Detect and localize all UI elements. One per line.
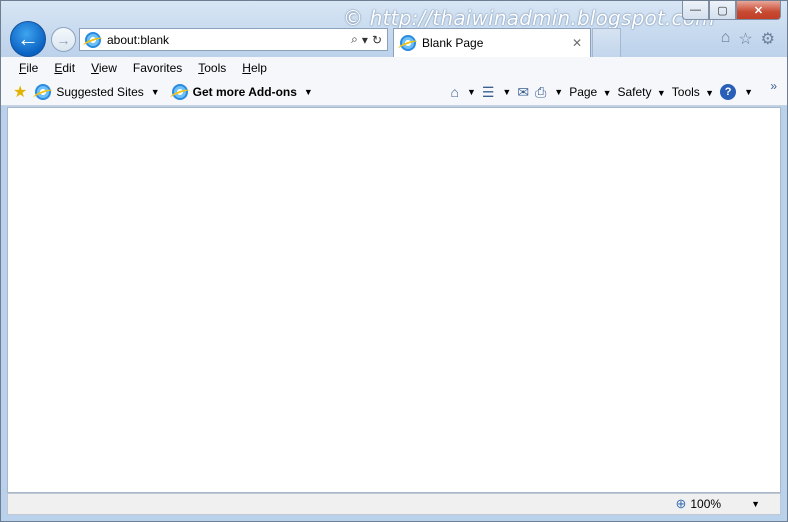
menu-help-label: elp [250, 61, 267, 75]
suggested-sites-label: Suggested Sites [56, 85, 144, 99]
forward-arrow-icon: → [56, 31, 71, 48]
print-icon[interactable]: ⎙ [535, 84, 546, 101]
cmd-home-icon[interactable]: ⌂ [450, 84, 458, 100]
command-bar: ★ Suggested Sites ▼ Get more Add-ons ▼ ⌂… [1, 79, 787, 106]
tools-menu-label: Tools [671, 85, 700, 99]
feeds-caret-icon[interactable]: ▼ [502, 87, 511, 97]
menu-tools[interactable]: Tools [190, 61, 234, 75]
favorites-star-icon[interactable]: ☆ [738, 29, 752, 49]
menu-view-label: iew [98, 61, 117, 75]
addons-button[interactable]: Get more Add-ons ▼ [171, 84, 313, 100]
address-tools: ⌕ ▾ ↻ [351, 32, 382, 47]
menu-edit[interactable]: Edit [46, 61, 83, 75]
addons-caret-icon: ▼ [303, 87, 313, 97]
tools-menu[interactable]: Tools ▼ [672, 85, 714, 99]
zoom-icon: ⊕ [675, 496, 687, 511]
page-caret-icon: ▼ [602, 88, 612, 98]
maximize-button[interactable]: ▢ [709, 1, 736, 20]
command-tools: ⌂ ▼ ☰ ▼ ✉ ⎙ ▼ Page ▼ Safety ▼ Tools ▼ ? … [450, 79, 753, 105]
tab-blank-page[interactable]: Blank Page ✕ [393, 28, 591, 57]
tab-ie-icon [400, 35, 416, 51]
suggested-sites-button[interactable]: Suggested Sites ▼ [35, 84, 160, 100]
safety-caret-icon: ▼ [656, 88, 666, 98]
window-controls: — ▢ ✕ [682, 1, 781, 20]
address-bar[interactable]: about:blank ⌕ ▾ ↻ [79, 28, 388, 51]
help-icon[interactable]: ? [720, 84, 737, 100]
suggested-caret-icon: ▼ [150, 87, 160, 97]
status-bar: ⊕ 100% ▼ [7, 493, 781, 515]
menu-view-accel: V [91, 61, 99, 75]
address-input[interactable]: about:blank [107, 33, 351, 47]
menu-tools-label: ools [204, 61, 227, 75]
menu-file[interactable]: File [11, 61, 46, 75]
menu-help-accel: H [242, 61, 251, 75]
feeds-icon[interactable]: ☰ [482, 84, 495, 101]
menu-help[interactable]: Help [234, 61, 275, 75]
safety-menu[interactable]: Safety ▼ [618, 85, 666, 99]
back-arrow-icon: ← [17, 26, 39, 51]
zoom-caret-icon[interactable]: ▼ [751, 499, 760, 509]
print-caret-icon[interactable]: ▼ [554, 87, 563, 97]
menu-view[interactable]: View [83, 61, 125, 75]
page-menu[interactable]: Page ▼ [569, 85, 611, 99]
safety-menu-label: Safety [617, 85, 652, 99]
help-caret-icon[interactable]: ▼ [744, 87, 753, 97]
menu-favorites-label: avorites [140, 61, 183, 75]
menu-file-label: ile [26, 61, 39, 75]
minimize-button[interactable]: — [682, 1, 709, 20]
overflow-chevron-icon[interactable]: » [770, 79, 777, 93]
ie-page-icon [85, 31, 101, 48]
forward-button[interactable]: → [51, 27, 76, 52]
browser-window: © http://thaiwinadmin.blogspot.com — ▢ ✕… [0, 0, 788, 522]
watermark-text: © http://thaiwinadmin.blogspot.com [343, 6, 715, 30]
new-tab-button[interactable] [592, 28, 621, 57]
zoom-level: 100% [690, 497, 722, 511]
menu-favorites[interactable]: Favorites [125, 61, 190, 75]
page-menu-label: Page [569, 85, 598, 99]
addons-icon [171, 84, 188, 100]
favorites-star-icon-green[interactable]: ★ [13, 82, 27, 102]
mail-icon[interactable]: ✉ [517, 84, 529, 101]
zoom-control[interactable]: ⊕ 100% ▼ [675, 496, 760, 512]
page-content[interactable] [7, 107, 781, 493]
search-icon[interactable]: ⌕ [351, 32, 358, 47]
back-button[interactable]: ← [10, 21, 46, 57]
menu-edit-label: dit [62, 61, 76, 75]
address-dropdown-icon[interactable]: ▾ [362, 33, 368, 47]
refresh-icon[interactable]: ↻ [372, 33, 382, 47]
home-icon[interactable]: ⌂ [721, 29, 731, 49]
menu-bar: File Edit View Favorites Tools Help [1, 57, 787, 79]
close-button[interactable]: ✕ [736, 1, 781, 20]
browser-tools: ⌂ ☆ ⚙ [721, 29, 775, 49]
suggested-sites-icon [35, 84, 52, 100]
tools-caret-icon: ▼ [705, 88, 715, 98]
addons-label: Get more Add-ons [192, 85, 297, 99]
gear-icon[interactable]: ⚙ [761, 29, 775, 49]
tab-close-icon[interactable]: ✕ [572, 36, 582, 50]
home-caret-icon[interactable]: ▼ [467, 87, 476, 97]
tab-title: Blank Page [422, 36, 484, 50]
